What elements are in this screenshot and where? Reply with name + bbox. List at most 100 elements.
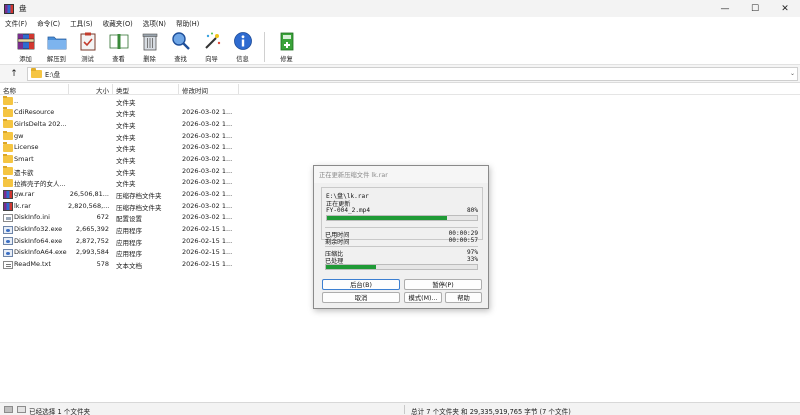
- file-row[interactable]: CdiResource 文件夹 2026-03-02 1...: [0, 107, 300, 119]
- file-type: 文本文档: [116, 262, 142, 271]
- close-button[interactable]: ✕: [770, 0, 800, 17]
- maximize-button[interactable]: ☐: [740, 0, 770, 17]
- menu-commands[interactable]: 命令(C): [37, 18, 60, 28]
- file-row[interactable]: gw.rar 26,506,81... 压缩存档文件夹 2026-03-02 1...: [0, 189, 300, 201]
- info-button[interactable]: 信息: [227, 28, 258, 64]
- file-modified: 2026-03-02 1...: [182, 213, 233, 222]
- file-row[interactable]: GirlsDelta 202... 文件夹 2026-03-02 1...: [0, 118, 300, 130]
- mode-button[interactable]: 模式(M)...: [404, 292, 442, 303]
- folder-icon: [3, 165, 13, 176]
- file-row[interactable]: DiskInfo.ini 672 配置设置 2026-03-02 1...: [0, 212, 300, 224]
- file-name: License: [14, 143, 39, 152]
- file-type: 文件夹: [116, 110, 136, 119]
- file-name: ..: [14, 96, 19, 105]
- column-divider[interactable]: [68, 84, 69, 94]
- view-label: 查看: [112, 56, 125, 63]
- ini-file-icon: [3, 213, 13, 222]
- find-button[interactable]: 查找: [165, 28, 196, 64]
- delete-button[interactable]: 删除: [134, 28, 165, 64]
- background-button[interactable]: 后台(B): [322, 279, 400, 290]
- file-modified: 2026-03-02 1...: [182, 108, 233, 117]
- folder-icon: [3, 95, 13, 105]
- file-modified: 2026-02-15 1...: [182, 236, 233, 245]
- repair-button[interactable]: 修复: [271, 28, 302, 64]
- file-row[interactable]: ReadMe.txt 578 文本文档 2026-02-15 1...: [0, 259, 300, 271]
- column-modified[interactable]: 修改时间: [182, 85, 208, 95]
- file-size: 2,993,584: [75, 248, 109, 257]
- info-icon: [233, 31, 253, 51]
- selection-status: 已经选择 1 个文件夹: [29, 407, 91, 415]
- chevron-down-icon[interactable]: ⌄: [790, 70, 795, 77]
- info-label: 信息: [236, 56, 249, 63]
- file-type: 应用程序: [116, 238, 142, 247]
- file-modified: 2026-02-15 1...: [182, 248, 233, 257]
- file-row[interactable]: lk.rar 2,820,568,... 压缩存档文件夹 2026-03-02 1..…: [0, 200, 300, 212]
- title-bar: 盘 — ☐ ✕: [0, 0, 800, 17]
- file-row[interactable]: DiskInfo32.exe 2,665,392 应用程序 2026-02-15 1.…: [0, 224, 300, 236]
- exe-file-icon: [3, 225, 13, 234]
- file-type: 文件夹: [116, 98, 136, 107]
- status-divider: [404, 405, 405, 414]
- folder-extract-icon: [47, 31, 67, 51]
- archive-add-icon: [16, 31, 36, 51]
- column-divider[interactable]: [178, 84, 179, 94]
- file-modified: 2026-03-02 1...: [182, 154, 233, 163]
- file-row[interactable]: 遗卡欲 文件夹 2026-03-02 1...: [0, 165, 300, 177]
- menu-options[interactable]: 选项(N): [143, 18, 166, 28]
- column-divider[interactable]: [238, 84, 239, 94]
- file-modified: 2026-03-02 1...: [182, 143, 233, 152]
- file-name: DiskInfo32.exe: [14, 225, 63, 234]
- total-progress-bar: [325, 264, 478, 270]
- file-type: 文件夹: [116, 133, 136, 142]
- file-size: 578: [96, 260, 109, 269]
- file-modified: 2026-03-02 1...: [182, 166, 233, 175]
- menu-tools[interactable]: 工具(S): [70, 18, 93, 28]
- help-button[interactable]: 帮助: [445, 292, 482, 303]
- pause-button[interactable]: 暂停(P): [404, 279, 482, 290]
- folder-icon: [3, 153, 13, 164]
- file-row[interactable]: .. 文件夹: [0, 95, 300, 107]
- file-list-header: 名称 大小 类型 修改时间: [0, 83, 800, 95]
- menu-help[interactable]: 帮助(H): [176, 18, 199, 28]
- file-size: 2,872,752: [75, 236, 109, 245]
- file-row[interactable]: DiskInfoA64.exe 2,993,584 应用程序 2026-02-15 1…: [0, 247, 300, 259]
- cancel-button[interactable]: 取消: [322, 292, 400, 303]
- file-type: 文件夹: [116, 156, 136, 165]
- test-button[interactable]: 测试: [72, 28, 103, 64]
- menu-favorites[interactable]: 收藏夹(O): [103, 18, 133, 28]
- maximize-icon: ☐: [750, 3, 760, 14]
- file-row[interactable]: 拉裤壳子的女人... 文件夹 2026-03-02 1...: [0, 177, 300, 189]
- file-row[interactable]: Smart 文件夹 2026-03-02 1...: [0, 153, 300, 165]
- column-divider[interactable]: [112, 84, 113, 94]
- drive-icon: [4, 406, 13, 413]
- wizard-button[interactable]: 向导: [196, 28, 227, 64]
- extract-button[interactable]: 解压到: [41, 28, 72, 64]
- file-modified: 2026-03-02 1...: [182, 190, 233, 198]
- file-size: 2,665,392: [75, 225, 109, 234]
- file-row[interactable]: DiskInfo64.exe 2,872,752 应用程序 2026-02-15 1.…: [0, 235, 300, 247]
- add-button[interactable]: 添加: [10, 28, 41, 64]
- folder-icon: [3, 107, 13, 117]
- remaining-label: 剩余时间: [325, 239, 350, 246]
- rar-file-icon: [3, 190, 13, 199]
- file-name: GirlsDelta 202...: [14, 119, 67, 128]
- menu-file[interactable]: 文件(F): [5, 18, 27, 28]
- file-modified: 2026-03-02 1...: [182, 119, 233, 128]
- find-label: 查找: [174, 56, 187, 63]
- add-label: 添加: [19, 56, 32, 63]
- dialog-title: 正在更新压缩文件 lk.rar: [314, 166, 488, 183]
- column-size[interactable]: 大小: [96, 85, 109, 95]
- column-type[interactable]: 类型: [116, 85, 129, 95]
- file-type: 配置设置: [116, 215, 142, 224]
- folder-icon: [3, 177, 13, 187]
- view-button[interactable]: 查看: [103, 28, 134, 64]
- folder-icon: [3, 142, 13, 152]
- file-row[interactable]: gw 文件夹 2026-03-02 1...: [0, 130, 300, 142]
- path-field[interactable]: E:\盘 ⌄: [27, 67, 798, 81]
- minimize-button[interactable]: —: [710, 0, 740, 17]
- remaining-value: 00:00:57: [448, 237, 478, 244]
- up-folder-button[interactable]: ↑: [7, 67, 21, 81]
- file-row[interactable]: License 文件夹 2026-03-02 1...: [0, 142, 300, 154]
- exe-file-icon: [3, 248, 13, 257]
- column-name[interactable]: 名称: [3, 85, 16, 95]
